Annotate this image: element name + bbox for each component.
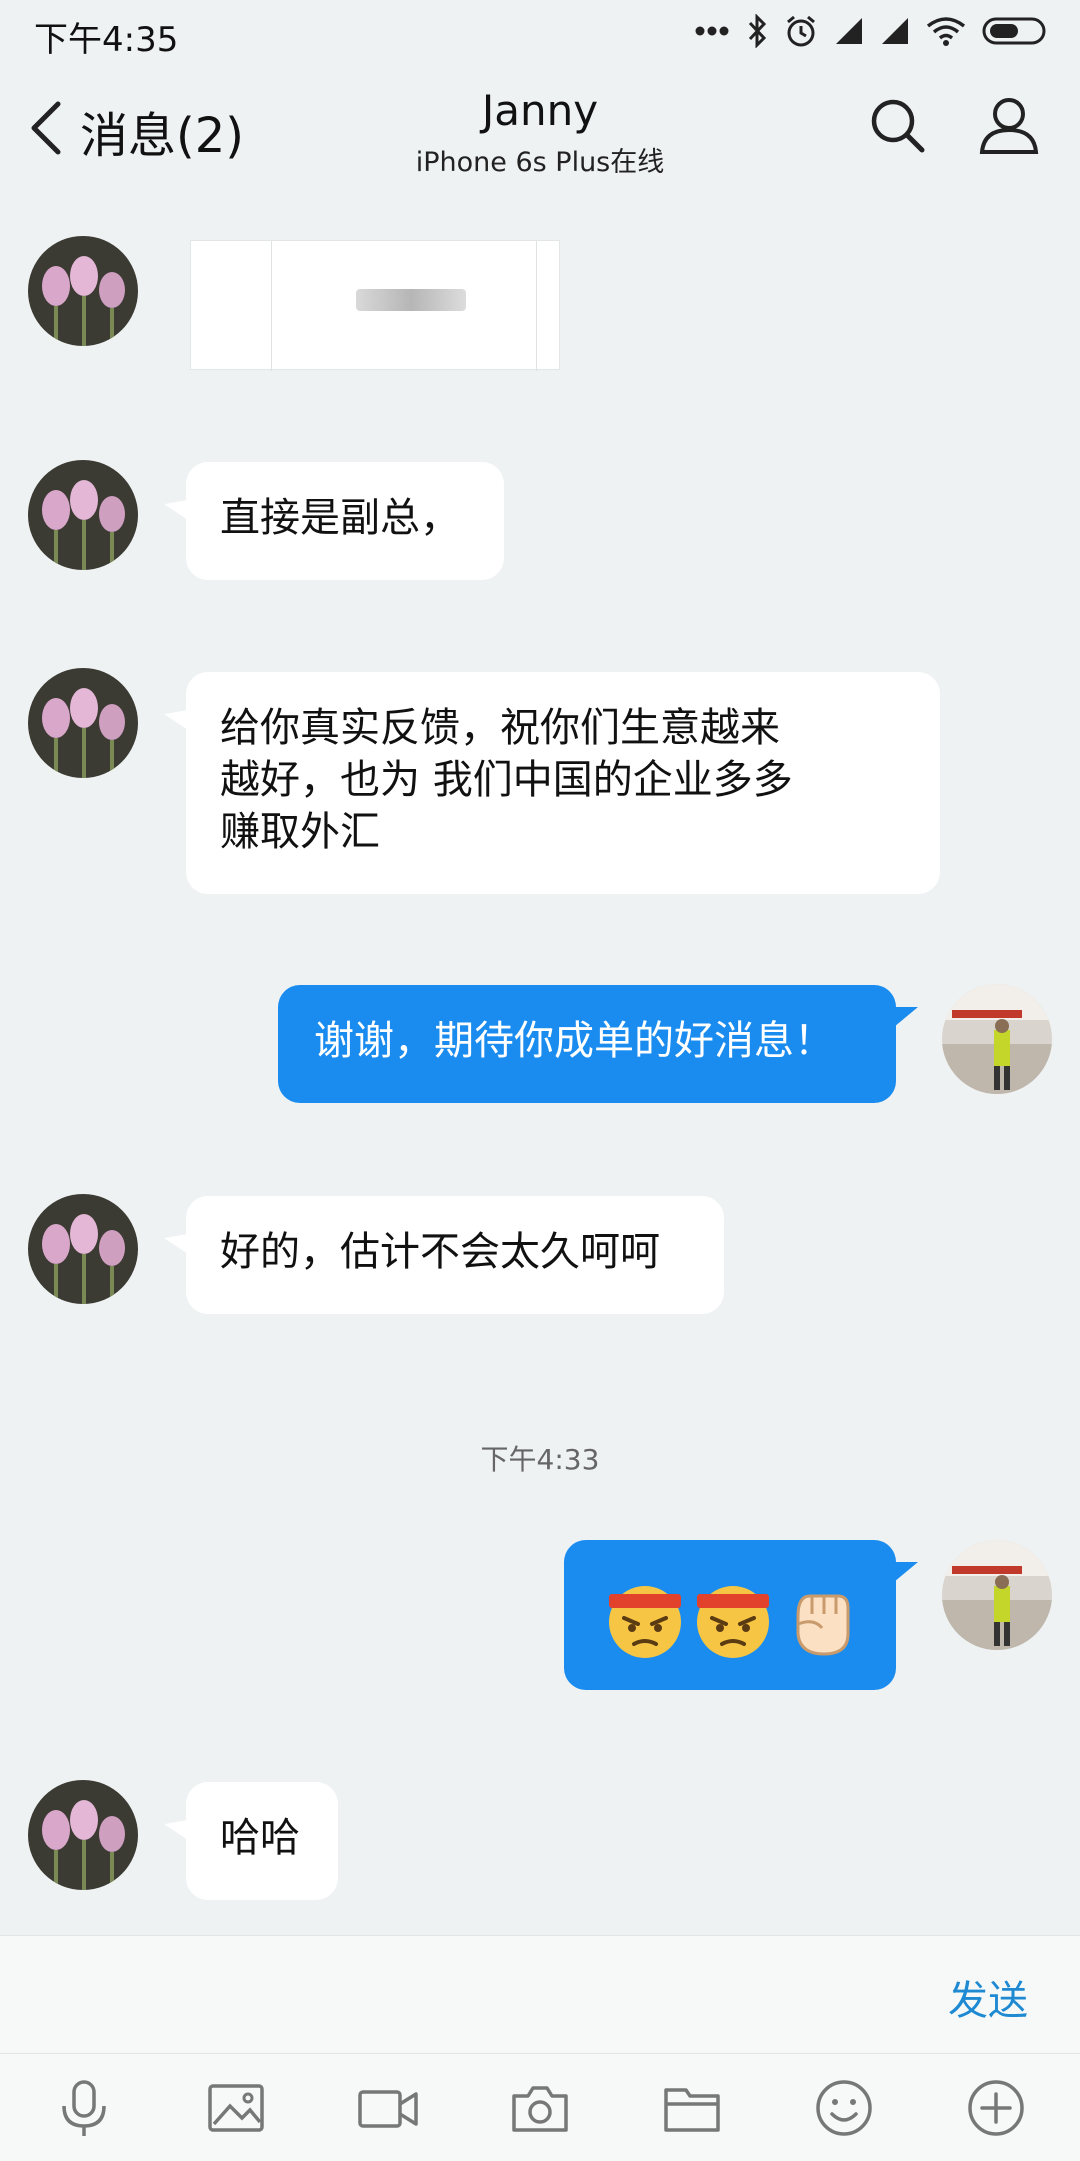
incoming-message[interactable]: 好的，估计不会太久呵呵 — [186, 1196, 724, 1314]
my-avatar[interactable] — [942, 1540, 1052, 1650]
smiley-icon[interactable] — [812, 2076, 876, 2140]
search-icon[interactable] — [868, 96, 928, 156]
camera-icon[interactable] — [508, 2076, 572, 2140]
microphone-icon[interactable] — [52, 2076, 116, 2140]
status-bar: 下午4:35 — [0, 0, 1080, 66]
contact-avatar[interactable] — [28, 460, 138, 570]
signal-icon — [836, 18, 862, 44]
image-icon[interactable] — [204, 2076, 268, 2140]
alarm-icon — [787, 15, 815, 47]
status-time: 下午4:35 — [34, 20, 179, 60]
plus-icon[interactable] — [964, 2076, 1028, 2140]
more-dots-icon — [695, 26, 729, 36]
raised-fist-emoji — [796, 1594, 850, 1656]
incoming-message[interactable]: 直接是副总， — [186, 462, 504, 580]
incoming-message[interactable]: 哈哈 — [186, 1782, 338, 1900]
determined-face-emoji — [697, 1586, 769, 1658]
profile-icon[interactable] — [978, 94, 1040, 156]
message-input-area[interactable]: 发送 — [0, 1935, 1080, 2054]
outgoing-message[interactable]: 谢谢，期待你成单的好消息！ — [278, 985, 918, 1103]
status-icons — [694, 14, 1050, 48]
bluetooth-icon — [748, 14, 767, 48]
contact-avatar[interactable] — [28, 1194, 138, 1304]
chat-header: 消息(2) Janny iPhone 6s Plus在线 — [0, 66, 1080, 196]
contact-avatar[interactable] — [28, 668, 138, 778]
input-toolbar — [0, 2053, 1080, 2161]
image-grid-line — [271, 241, 272, 371]
image-grid-line — [536, 241, 537, 371]
signal-icon — [882, 18, 908, 44]
battery-icon — [982, 17, 1046, 45]
incoming-message[interactable]: 给你真实反馈，祝你们生意越来越好，也为 我们中国的企业多多赚取外汇 — [186, 672, 940, 894]
shared-image-message[interactable] — [190, 240, 560, 371]
folder-icon[interactable] — [660, 2076, 724, 2140]
send-button[interactable]: 发送 — [948, 1968, 1028, 2026]
contact-avatar[interactable] — [28, 1780, 138, 1890]
blurred-image-content — [356, 289, 466, 311]
wifi-icon — [926, 17, 966, 46]
my-avatar[interactable] — [942, 984, 1052, 1094]
determined-face-emoji — [609, 1586, 681, 1658]
timestamp: 下午4:33 — [480, 1443, 600, 1476]
contact-avatar[interactable] — [28, 236, 138, 346]
outgoing-emoji-message[interactable] — [564, 1540, 918, 1690]
video-icon[interactable] — [356, 2076, 420, 2140]
